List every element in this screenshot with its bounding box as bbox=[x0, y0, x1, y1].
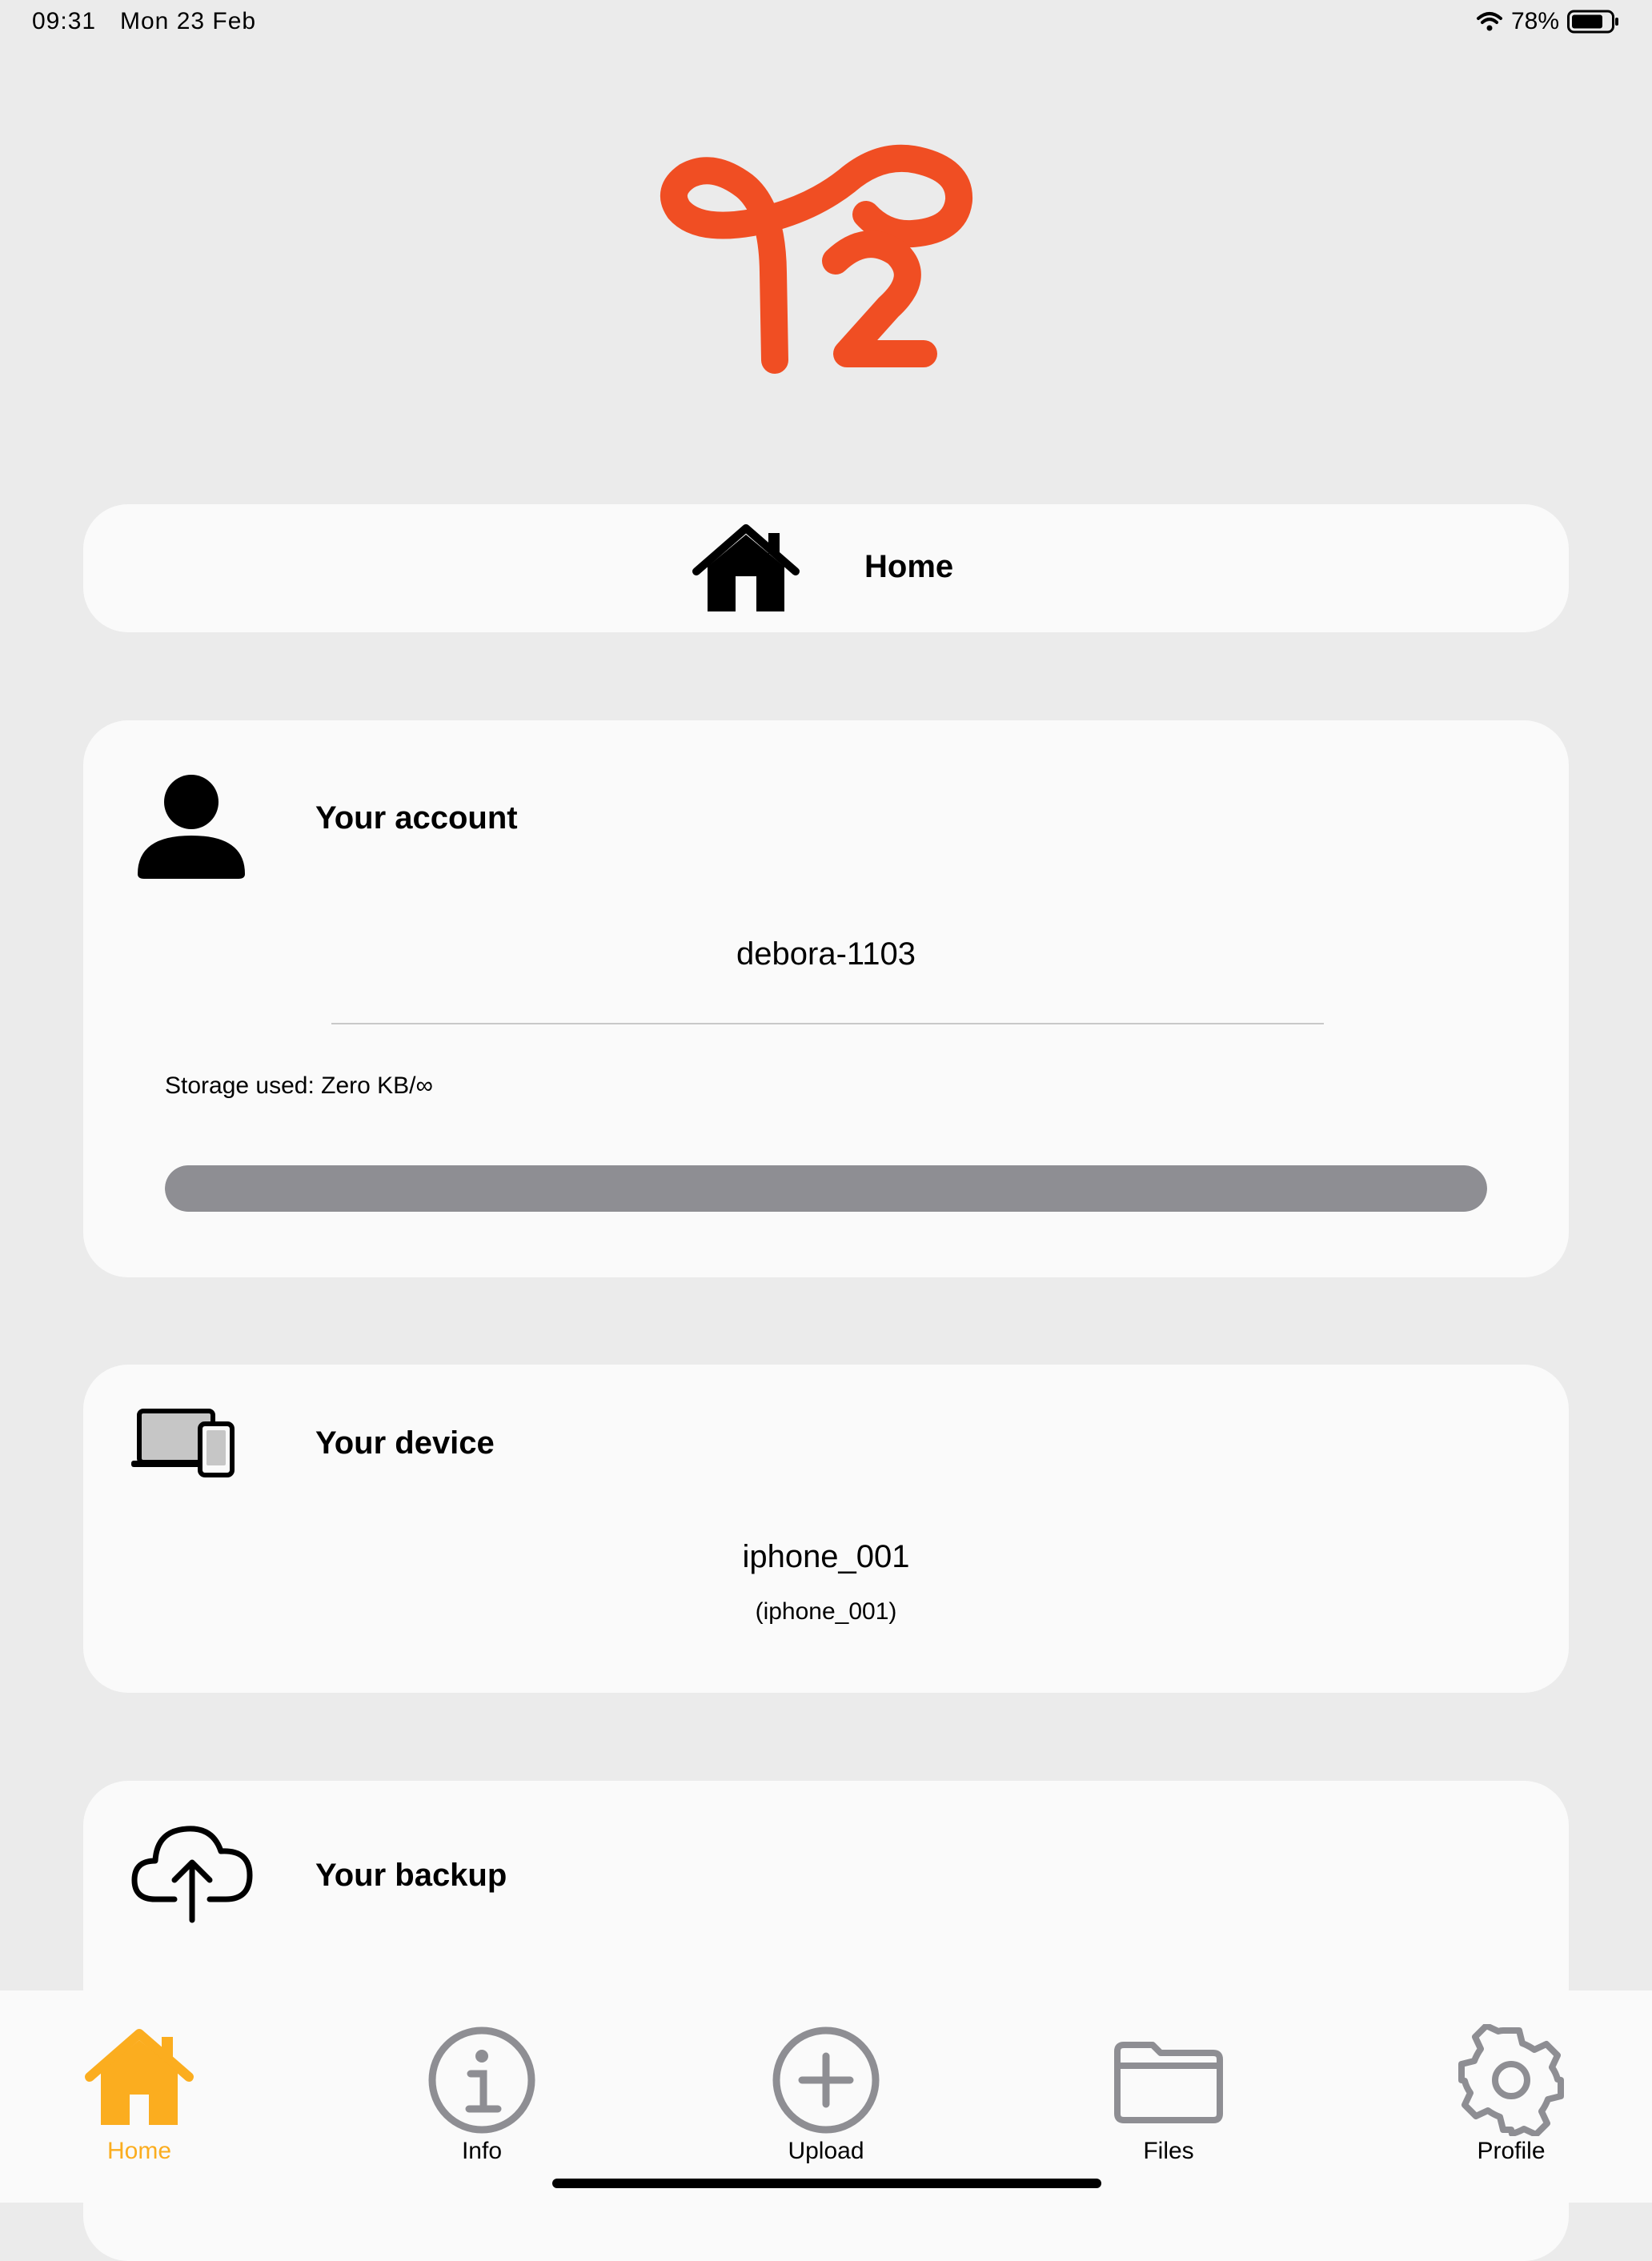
status-time: 09:31 bbox=[32, 8, 97, 34]
status-bar: 09:31 Mon 23 Feb 78% bbox=[0, 0, 1652, 45]
tab-label: Info bbox=[461, 2138, 503, 2164]
backup-title: Your backup bbox=[315, 1858, 507, 1893]
app-logo bbox=[660, 144, 972, 374]
storage-progress-bar bbox=[165, 1165, 1487, 1212]
account-card: Your account debora-1103 Storage used: Z… bbox=[83, 720, 1569, 1277]
folder-icon bbox=[1114, 2042, 1223, 2123]
status-indicators: 78% bbox=[1476, 8, 1620, 35]
device-id: (iphone_001) bbox=[755, 1598, 897, 1625]
device-name: iphone_001 bbox=[742, 1539, 910, 1574]
cloud-upload-icon bbox=[131, 1826, 253, 1923]
account-username: debora-1103 bbox=[736, 936, 916, 972]
home-icon bbox=[85, 2029, 194, 2125]
battery-percent: 78% bbox=[1510, 8, 1559, 34]
storage-used-label: Storage used: Zero KB/∞ bbox=[165, 1072, 433, 1099]
account-title: Your account bbox=[315, 800, 518, 836]
status-date: Mon 23 Feb bbox=[120, 8, 257, 34]
tab-label: Home bbox=[106, 2138, 172, 2164]
home-indicator bbox=[552, 2179, 1101, 2188]
plus-circle-icon bbox=[772, 2026, 880, 2134]
tab-files[interactable]: Files bbox=[1089, 1990, 1249, 2175]
home-icon bbox=[692, 524, 800, 611]
battery-icon bbox=[1567, 10, 1618, 34]
tab-bar: Home Info Upload Files Profile bbox=[0, 1990, 1652, 2203]
tab-label: Files bbox=[1143, 2138, 1194, 2164]
tab-label: Profile bbox=[1477, 2138, 1546, 2164]
tab-upload[interactable]: Upload bbox=[746, 1990, 906, 2175]
tab-label: Upload bbox=[788, 2138, 864, 2164]
wifi-icon bbox=[1476, 12, 1502, 31]
device-title: Your device bbox=[315, 1425, 495, 1461]
tab-home[interactable]: Home bbox=[59, 1990, 219, 2175]
person-icon bbox=[138, 775, 245, 879]
tab-info[interactable]: Info bbox=[402, 1990, 562, 2175]
home-header-card: Home bbox=[83, 504, 1569, 632]
info-icon bbox=[428, 2026, 535, 2134]
tab-profile[interactable]: Profile bbox=[1431, 1990, 1591, 2175]
gear-icon bbox=[1458, 2024, 1564, 2136]
device-card: Your device iphone_001 (iphone_001) bbox=[83, 1365, 1569, 1693]
devices-icon bbox=[131, 1409, 235, 1477]
page-title: Home bbox=[864, 549, 954, 584]
storage-progress-fill bbox=[165, 1165, 1487, 1212]
divider bbox=[331, 1023, 1324, 1024]
